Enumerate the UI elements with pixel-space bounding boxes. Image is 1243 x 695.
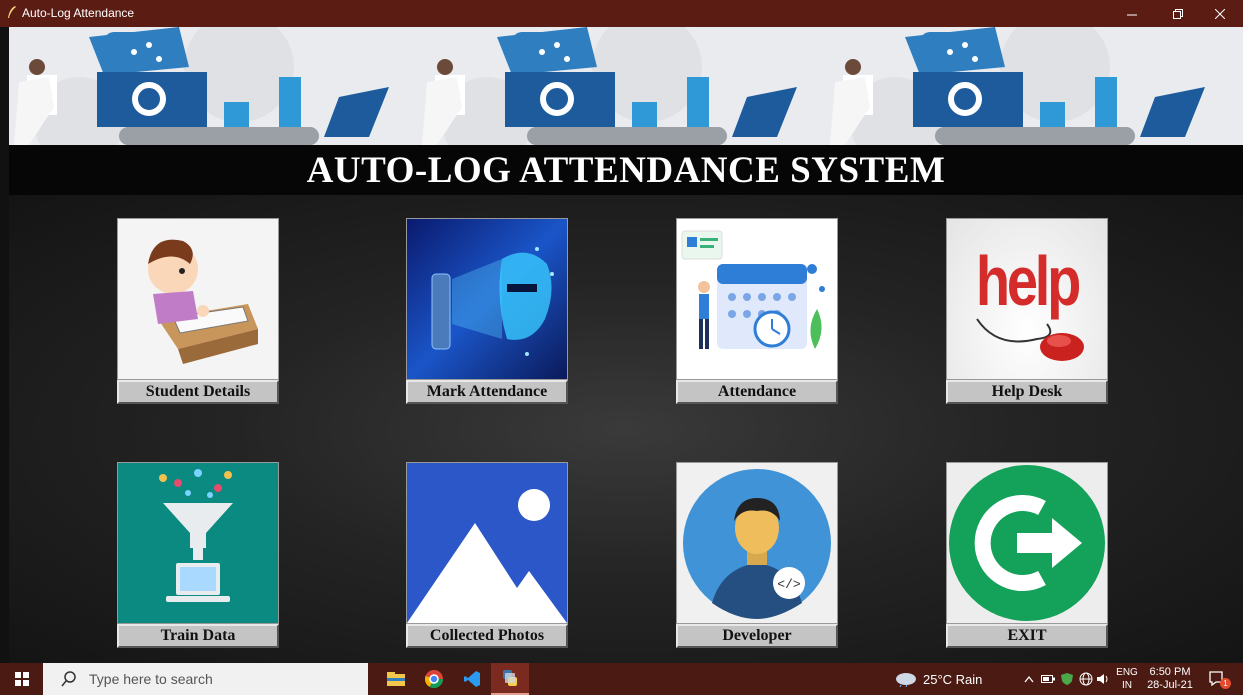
exit-button[interactable]: EXIT bbox=[946, 624, 1108, 648]
clock-date: 28-Jul-21 bbox=[1147, 679, 1193, 691]
face-scan-icon[interactable] bbox=[406, 218, 568, 380]
collected-photos-button[interactable]: Collected Photos bbox=[406, 624, 568, 648]
developer-tile[interactable]: </> Developer bbox=[676, 462, 838, 650]
page-title: AUTO-LOG ATTENDANCE SYSTEM bbox=[306, 149, 946, 191]
region-code: IN bbox=[1122, 680, 1132, 691]
train-data-tile[interactable]: Train Data bbox=[117, 462, 279, 650]
calendar-icon[interactable] bbox=[676, 218, 838, 380]
student-details-tile[interactable]: Student Details bbox=[117, 218, 279, 406]
restore-icon bbox=[1173, 8, 1183, 19]
attendance-tile[interactable]: Attendance bbox=[676, 218, 838, 406]
battery-icon bbox=[1041, 675, 1055, 683]
help-desk-button[interactable]: Help Desk bbox=[946, 380, 1108, 404]
vscode-taskbar-button[interactable] bbox=[453, 663, 491, 695]
network-tray-icon[interactable] bbox=[1079, 663, 1093, 695]
chrome-icon bbox=[425, 670, 443, 688]
main-panel: Student Details Mark Attendance Attendan… bbox=[9, 195, 1243, 663]
train-data-button[interactable]: Train Data bbox=[117, 624, 279, 648]
folder-icon bbox=[387, 672, 405, 686]
volume-tray-icon[interactable] bbox=[1096, 663, 1110, 695]
action-center-button[interactable]: 1 bbox=[1200, 663, 1234, 695]
exit-tile[interactable]: EXIT bbox=[946, 462, 1108, 650]
chrome-taskbar-button[interactable] bbox=[415, 663, 453, 695]
windows-icon bbox=[14, 672, 29, 686]
funnel-laptop-icon[interactable] bbox=[117, 462, 279, 624]
security-tray-icon[interactable] bbox=[1060, 663, 1074, 695]
start-button[interactable] bbox=[0, 663, 43, 695]
attendance-button[interactable]: Attendance bbox=[676, 380, 838, 404]
student-details-button[interactable]: Student Details bbox=[117, 380, 279, 404]
image-icon[interactable] bbox=[406, 462, 568, 624]
language-code: ENG bbox=[1116, 667, 1138, 678]
show-hidden-icons-button[interactable] bbox=[1024, 663, 1034, 695]
header-banner-image bbox=[9, 27, 1243, 145]
mark-attendance-tile[interactable]: Mark Attendance bbox=[406, 218, 568, 406]
file-explorer-taskbar-button[interactable] bbox=[377, 663, 415, 695]
clock-time: 6:50 PM bbox=[1149, 666, 1191, 678]
speaker-icon bbox=[1097, 674, 1108, 684]
close-icon bbox=[1215, 8, 1225, 19]
feather-icon bbox=[8, 6, 16, 18]
collected-photos-tile[interactable]: Collected Photos bbox=[406, 462, 568, 650]
mark-attendance-button[interactable]: Mark Attendance bbox=[406, 380, 568, 404]
clock[interactable]: 6:50 PM 28-Jul-21 bbox=[1141, 666, 1199, 692]
taskbar-search-box[interactable]: Type here to search bbox=[43, 663, 368, 695]
restore-button[interactable] bbox=[1155, 0, 1201, 27]
search-placeholder: Type here to search bbox=[89, 671, 213, 687]
developer-avatar-icon[interactable]: </> bbox=[676, 462, 838, 624]
weather-widget[interactable]: 25°C Rain bbox=[895, 663, 982, 695]
globe-icon bbox=[1079, 672, 1093, 686]
notification-badge: 1 bbox=[1220, 678, 1231, 689]
python-icon bbox=[503, 670, 517, 686]
heading-bar: AUTO-LOG ATTENDANCE SYSTEM bbox=[9, 145, 1243, 195]
window-titlebar: Auto-Log Attendance bbox=[0, 0, 1243, 27]
battery-tray-icon[interactable] bbox=[1041, 663, 1055, 695]
help-mouse-icon[interactable]: help bbox=[946, 218, 1108, 380]
weather-text: 25°C Rain bbox=[923, 671, 983, 687]
taskbar: Type here to search 25°C Rain ENG IN 6:5 bbox=[0, 663, 1243, 695]
minimize-icon bbox=[1127, 14, 1137, 15]
minimize-button[interactable] bbox=[1109, 0, 1155, 27]
language-indicator[interactable]: ENG IN bbox=[1114, 666, 1140, 692]
search-icon bbox=[61, 671, 76, 687]
window-title: Auto-Log Attendance bbox=[22, 6, 135, 20]
shield-icon bbox=[1061, 673, 1073, 685]
rain-cloud-icon bbox=[896, 673, 916, 687]
close-button[interactable] bbox=[1197, 0, 1243, 27]
developer-button[interactable]: Developer bbox=[676, 624, 838, 648]
chevron-up-icon bbox=[1024, 675, 1034, 683]
python-taskbar-button[interactable] bbox=[491, 663, 529, 695]
exit-icon[interactable] bbox=[946, 462, 1108, 624]
vscode-icon bbox=[464, 671, 480, 687]
student-writing-icon[interactable] bbox=[117, 218, 279, 380]
svg-text:</>: </> bbox=[777, 577, 801, 592]
help-desk-tile[interactable]: help Help Desk bbox=[946, 218, 1108, 406]
